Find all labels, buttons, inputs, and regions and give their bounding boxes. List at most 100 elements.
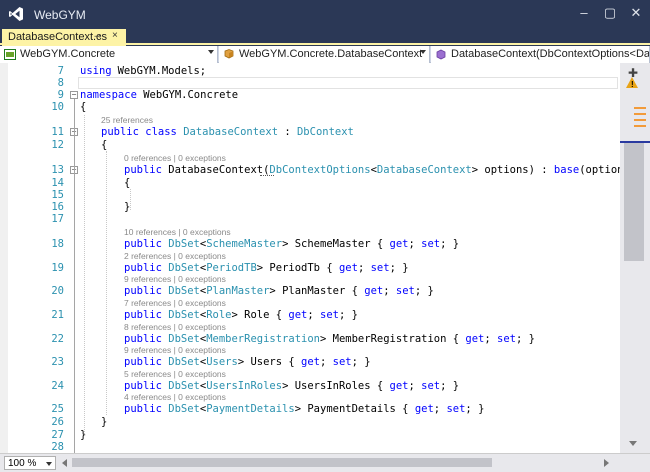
scroll-left-icon[interactable] <box>62 459 67 467</box>
keyword-token: set <box>421 380 441 392</box>
keyword-token: set <box>421 238 441 250</box>
zoom-dropdown[interactable]: 100 % <box>4 456 56 470</box>
code-token: ; <box>383 285 396 297</box>
document-tab-strip: DatabaseContext.cs ⊸ × <box>0 28 650 46</box>
tab-database-context[interactable]: DatabaseContext.cs ⊸ × <box>2 29 126 46</box>
keyword-token: get <box>414 403 434 415</box>
keyword-token: using <box>80 65 112 77</box>
codelens-references[interactable]: 25 references <box>101 115 153 125</box>
line-number: 28 <box>51 441 64 453</box>
code-line[interactable]: public DbSet<UsersInRoles> UsersInRoles … <box>124 380 459 392</box>
type-token: DbSet <box>168 262 200 274</box>
codelens-references[interactable]: 8 references | 0 exceptions <box>124 322 226 332</box>
code-line[interactable]: public DatabaseContext(DbContextOptions<… <box>124 164 620 176</box>
code-line[interactable]: namespace WebGYM.Concrete <box>80 89 238 101</box>
type-token: DbContextOptions <box>269 164 371 176</box>
type-token: DatabaseContext <box>183 126 279 138</box>
code-token: ; } <box>516 333 535 345</box>
vs-logo-icon <box>9 7 23 21</box>
close-icon[interactable]: × <box>112 30 118 41</box>
horizontal-scroll-thumb[interactable] <box>72 458 492 467</box>
project-dropdown[interactable]: WebGYM.Concrete <box>0 46 218 63</box>
vertical-scrollbar[interactable]: ✚ ! <box>620 63 650 453</box>
code-token: (options) <box>579 164 620 176</box>
collapse-toggle[interactable]: − <box>70 91 78 99</box>
code-line[interactable]: { <box>80 101 86 113</box>
code-line[interactable]: public class DatabaseContext : DbContext <box>101 126 354 138</box>
type-token: MemberRegistration <box>206 333 320 345</box>
change-mark <box>634 107 646 109</box>
codelens-references[interactable]: 0 references | 0 exceptions <box>124 153 226 163</box>
chevron-down-icon <box>420 50 426 54</box>
keyword-token: public <box>124 285 169 297</box>
code-token: > MemberRegistration { <box>320 333 466 345</box>
type-token: DbSet <box>168 356 200 368</box>
code-line[interactable]: using WebGYM.Models; <box>80 65 206 77</box>
type-dropdown[interactable]: WebGYM.Concrete.DatabaseContext <box>219 46 430 63</box>
code-line[interactable]: { <box>101 139 107 151</box>
codelens-references[interactable]: 9 references | 0 exceptions <box>124 274 226 284</box>
keyword-token: get <box>465 333 485 345</box>
code-line[interactable]: public DbSet<SchemeMaster> SchemeMaster … <box>124 238 459 250</box>
minimize-button[interactable]: – <box>574 4 594 22</box>
code-line[interactable]: public DbSet<PlanMaster> PlanMaster { ge… <box>124 285 434 297</box>
tab-label: DatabaseContext.cs <box>8 31 108 43</box>
codelens-references[interactable]: 10 references | 0 exceptions <box>124 227 231 237</box>
member-dropdown[interactable]: DatabaseContext(DbContextOptions<Data <box>431 46 650 63</box>
code-token: > PaymentDetails { <box>294 403 415 415</box>
type-label: WebGYM.Concrete.DatabaseContext <box>239 48 423 60</box>
maximize-button[interactable]: ▢ <box>600 4 620 22</box>
codelens-references[interactable]: 5 references | 0 exceptions <box>124 369 226 379</box>
line-number: 10 <box>51 101 64 113</box>
code-line[interactable]: public DbSet<Role> Role { get; set; } <box>124 309 358 321</box>
app-title: WebGYM <box>34 8 86 22</box>
line-number: 13 <box>51 164 64 176</box>
keyword-token: set <box>332 356 352 368</box>
codelens-references[interactable]: 2 references | 0 exceptions <box>124 251 226 261</box>
keyword-token: get <box>389 238 409 250</box>
code-line[interactable]: public DbSet<Users> Users { get; set; } <box>124 356 371 368</box>
type-token: UsersInRoles <box>206 380 283 392</box>
code-line[interactable]: public DbSet<PaymentDetails> PaymentDeta… <box>124 403 484 415</box>
code-line[interactable]: public DbSet<PeriodTB> PeriodTb { get; s… <box>124 262 409 274</box>
line-number: 14 <box>51 177 64 189</box>
code-token: ; <box>484 333 498 345</box>
member-label: DatabaseContext(DbContextOptions<Data <box>451 48 650 60</box>
keyword-token: public <box>124 403 169 415</box>
code-token: ; } <box>339 309 358 321</box>
code-token: { <box>124 177 131 189</box>
indent-guide <box>106 151 107 415</box>
code-token: ; } <box>389 262 409 274</box>
scroll-down-icon[interactable] <box>629 441 637 446</box>
codelens-references[interactable]: 7 references | 0 exceptions <box>124 298 226 308</box>
code-line[interactable]: { <box>124 177 130 189</box>
code-token: > PeriodTb { <box>256 262 339 274</box>
codelens-references[interactable]: 9 references | 0 exceptions <box>124 345 226 355</box>
scroll-thumb[interactable] <box>624 143 644 261</box>
keyword-token: public <box>124 380 169 392</box>
keyword-token: public <box>124 333 169 345</box>
keyword-token: namespace <box>80 89 137 101</box>
keyword-token: public <box>124 238 169 250</box>
editor-bottom-bar: 100 % <box>0 453 650 472</box>
code-editor[interactable]: 7 using WebGYM.Models; 8 9 namespace WebGYM.C… <box>0 63 620 453</box>
change-mark <box>634 125 646 127</box>
type-token: DbSet <box>168 285 200 297</box>
code-token: ; } <box>440 238 460 250</box>
pin-icon[interactable]: ⊸ <box>94 31 102 42</box>
code-token: > Role { <box>231 309 289 321</box>
indent-guide <box>130 189 131 210</box>
close-window-button[interactable]: ✕ <box>626 4 646 22</box>
code-token: ; } <box>351 356 371 368</box>
line-number: 9 <box>57 89 64 101</box>
code-token: > PlanMaster { <box>269 285 365 297</box>
line-number: 19 <box>51 262 64 274</box>
code-line[interactable]: } <box>101 416 107 428</box>
scroll-right-icon[interactable] <box>604 459 609 467</box>
line-number: 12 <box>51 139 64 151</box>
code-token: ; <box>408 380 422 392</box>
title-bar: WebGYM – ▢ ✕ <box>0 0 650 28</box>
type-token: DatabaseContext <box>376 164 472 176</box>
code-line[interactable]: public DbSet<MemberRegistration> MemberR… <box>124 333 535 345</box>
codelens-references[interactable]: 4 references | 0 exceptions <box>124 392 226 402</box>
